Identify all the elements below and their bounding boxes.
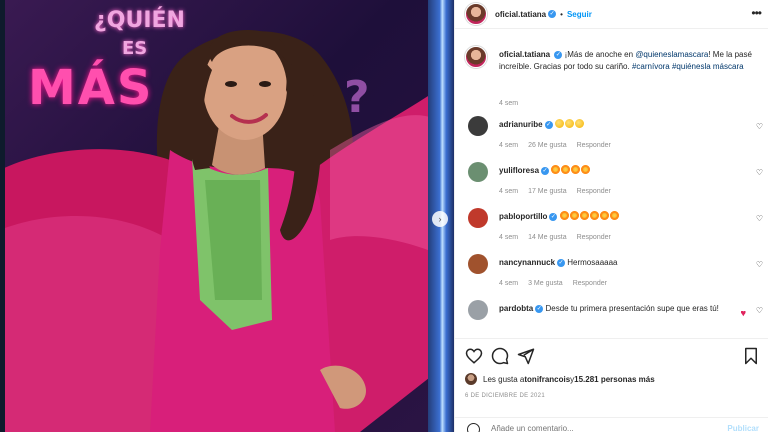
comment-like-heart-icon[interactable]: ♡: [756, 260, 763, 269]
comment-input[interactable]: [491, 424, 691, 432]
author-avatar[interactable]: [465, 3, 487, 25]
photo-left-edge: [0, 0, 5, 432]
caption-time: 4 sem: [499, 100, 519, 107]
caption-hashtags[interactable]: #carnívora #quiénesla máscara: [632, 62, 744, 71]
heart-emoji-icon: ♥: [740, 308, 746, 318]
comment-item: nancynannuck ✓ Hermosaaaaa 4 sem 3 Me gusta…: [465, 254, 765, 294]
star-emoji-icon: [579, 211, 589, 220]
comment-likes[interactable]: 17 Me gusta: [528, 188, 567, 195]
like-heart-icon[interactable]: [465, 347, 483, 365]
comment-item: yulifloresa ✓ 4 sem 17 Me gusta Responder ♡: [465, 162, 765, 202]
clap-emoji-icon: [564, 119, 574, 128]
verified-icon: ✓: [557, 258, 566, 267]
woman-figure: [0, 30, 452, 432]
comment-likes[interactable]: 14 Me gusta: [528, 234, 567, 241]
star-emoji-icon: [559, 211, 569, 220]
star-emoji-icon: [551, 165, 561, 174]
post-date: 6 DE DICIEMBRE DE 2021: [465, 393, 545, 399]
save-bookmark-icon[interactable]: [743, 347, 759, 365]
verified-icon: ✓: [541, 166, 550, 175]
share-icon[interactable]: [517, 347, 535, 365]
add-comment-bar: Publicar: [455, 417, 768, 432]
comment-time: 4 sem: [499, 280, 519, 287]
star-emoji-icon: [581, 165, 591, 174]
comment-like-heart-icon[interactable]: ♡: [756, 122, 763, 131]
author-username[interactable]: oficial.tatiana: [495, 10, 546, 19]
verified-icon: ✓: [549, 212, 558, 221]
likes-prefix: Les gusta a: [483, 374, 525, 384]
comment-text: Hermosaaaaa: [567, 258, 618, 267]
comment-username[interactable]: pabloportillo: [499, 212, 547, 221]
next-photo-button[interactable]: ›: [432, 211, 448, 227]
commenter-avatar[interactable]: [468, 254, 488, 274]
liker-avatar[interactable]: [465, 373, 477, 385]
commenter-avatar[interactable]: [468, 116, 488, 136]
comment-like-heart-icon[interactable]: ♡: [756, 306, 763, 315]
reply-button[interactable]: Responder: [577, 142, 611, 149]
more-options-icon[interactable]: •••: [751, 6, 762, 20]
star-emoji-icon: [609, 211, 619, 220]
comment-username[interactable]: nancynannuck: [499, 258, 555, 267]
comment-like-heart-icon[interactable]: ♡: [756, 214, 763, 223]
chevron-right-icon: ›: [438, 214, 442, 224]
star-emoji-icon: [599, 211, 609, 220]
emoji-icon[interactable]: [467, 423, 480, 432]
post-photo[interactable]: ¿QUIÉN ES MÁS ? ›: [0, 0, 454, 432]
comment-time: 4 sem: [499, 142, 519, 149]
reply-button[interactable]: Responder: [577, 188, 611, 195]
comment-item: pardobta ✓ Desde tu primera presentación …: [465, 300, 765, 338]
comment-time: 4 sem: [499, 188, 519, 195]
comment-text: Desde tu primera presentación supe que e…: [545, 304, 719, 313]
post-actions: Les gusta a tonifrancois y 15.281 person…: [455, 338, 768, 432]
caption-mention[interactable]: @quieneslamascara: [635, 50, 708, 59]
commenter-avatar[interactable]: [468, 300, 488, 320]
post-comment-button[interactable]: Publicar: [727, 424, 759, 432]
commenter-avatar[interactable]: [468, 162, 488, 182]
likes-count[interactable]: 15.281 personas más: [574, 375, 655, 384]
comment-item: adrianuribe ✓ 4 sem 26 Me gusta Responder ♡: [465, 116, 765, 156]
likes-summary: Les gusta a tonifrancois y 15.281 person…: [465, 373, 655, 385]
verified-icon: ✓: [544, 120, 553, 129]
post-panel: oficial.tatiana ✓ • Seguir ••• oficial.t…: [454, 0, 768, 432]
verified-icon: ✓: [554, 50, 563, 59]
reply-button[interactable]: Responder: [573, 280, 607, 287]
comment-likes[interactable]: 3 Me gusta: [528, 280, 563, 287]
caption-username[interactable]: oficial.tatiana: [499, 50, 550, 59]
star-emoji-icon: [589, 211, 599, 220]
comment-username[interactable]: pardobta: [499, 304, 533, 313]
comment-likes[interactable]: 26 Me gusta: [528, 142, 567, 149]
commenter-avatar[interactable]: [468, 208, 488, 228]
comment-time: 4 sem: [499, 234, 519, 241]
comment-like-heart-icon[interactable]: ♡: [756, 168, 763, 177]
reply-button[interactable]: Responder: [577, 234, 611, 241]
verified-icon: ✓: [535, 304, 544, 313]
star-emoji-icon: [569, 211, 579, 220]
caption-text-1: ¡Más de anoche en: [564, 50, 636, 59]
comment-username[interactable]: yulifloresa: [499, 166, 539, 175]
star-emoji-icon: [561, 165, 571, 174]
verified-icon: ✓: [548, 10, 557, 18]
clap-emoji-icon: [554, 119, 564, 128]
comments-list[interactable]: oficial.tatiana ✓ ¡Más de anoche en @qui…: [455, 38, 768, 338]
comment-icon[interactable]: [491, 347, 509, 365]
separator-dot: •: [560, 9, 563, 19]
caption-avatar[interactable]: [465, 46, 487, 68]
comment-username[interactable]: adrianuribe: [499, 120, 543, 129]
likes-user[interactable]: tonifrancois: [524, 375, 570, 384]
comment-item: pabloportillo ✓ 4 sem 14 Me gusta Responder…: [465, 208, 765, 248]
clap-emoji-icon: [574, 119, 584, 128]
star-emoji-icon: [571, 165, 581, 174]
post-header: oficial.tatiana ✓ • Seguir •••: [455, 0, 768, 29]
follow-button[interactable]: Seguir: [567, 10, 592, 19]
